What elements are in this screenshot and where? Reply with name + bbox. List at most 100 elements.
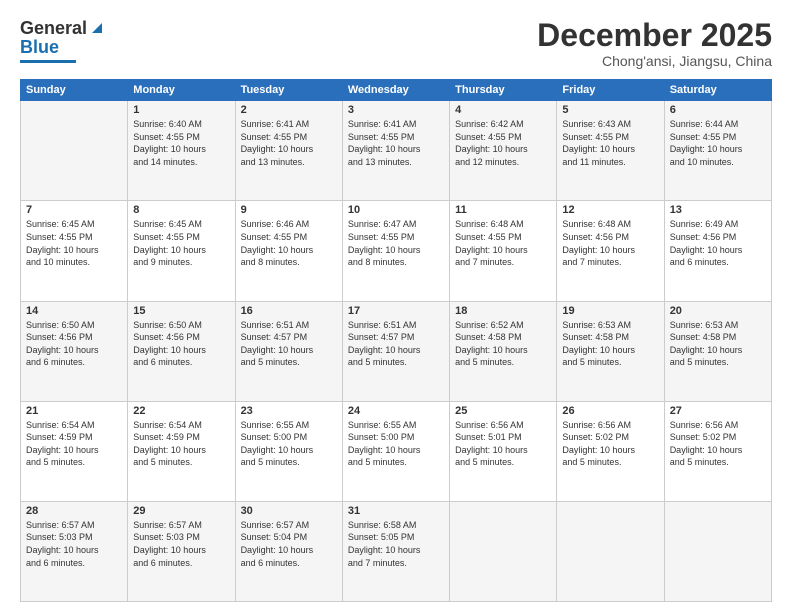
table-row: 13 Sunrise: 6:49 AM Sunset: 4:56 PM Dayli… bbox=[664, 201, 771, 301]
table-row: 4 Sunrise: 6:42 AM Sunset: 4:55 PM Daylig… bbox=[450, 101, 557, 201]
table-row: 15Sunrise: 6:50 AM Sunset: 4:56 PM Dayli… bbox=[128, 301, 235, 401]
table-row: 29Sunrise: 6:57 AM Sunset: 5:03 PM Dayli… bbox=[128, 501, 235, 601]
day-number: 7 bbox=[26, 204, 122, 216]
table-row: 3Sunrise: 6:41 AM Sunset: 4:55 PM Daylig… bbox=[342, 101, 449, 201]
table-row: 11Sunrise: 6:48 AM Sunset: 4:55 PM Dayli… bbox=[450, 201, 557, 301]
day-info: Sunrise: 6:57 AM Sunset: 5:03 PM Dayligh… bbox=[26, 519, 122, 569]
table-row: 22 Sunrise: 6:54 AM Sunset: 4:59 PM Dayli… bbox=[128, 401, 235, 501]
day-number: 13 bbox=[670, 204, 766, 216]
logo-blue: Blue bbox=[20, 37, 59, 58]
day-number: 12 bbox=[562, 204, 658, 216]
calendar-week-3: 21 Sunrise: 6:54 AM Sunset: 4:59 PM Dayli… bbox=[21, 401, 772, 501]
month-title: December 2025 bbox=[537, 18, 772, 53]
page: General Blue December 2025 Chong'ansi, J… bbox=[0, 0, 792, 612]
logo-underline bbox=[20, 60, 76, 63]
header: General Blue December 2025 Chong'ansi, J… bbox=[20, 18, 772, 69]
calendar-week-4: 28 Sunrise: 6:57 AM Sunset: 5:03 PM Dayli… bbox=[21, 501, 772, 601]
day-number: 26 bbox=[562, 405, 658, 417]
table-row: 31 Sunrise: 6:58 AM Sunset: 5:05 PM Dayli… bbox=[342, 501, 449, 601]
title-section: December 2025 Chong'ansi, Jiangsu, China bbox=[537, 18, 772, 69]
calendar-table: Sunday Monday Tuesday Wednesday Thursday… bbox=[20, 79, 772, 602]
day-number: 27 bbox=[670, 405, 766, 417]
day-info: Sunrise: 6:58 AM Sunset: 5:05 PM Dayligh… bbox=[348, 519, 444, 569]
table-row: 10 Sunrise: 6:47 AM Sunset: 4:55 PM Dayli… bbox=[342, 201, 449, 301]
table-row: 5Sunrise: 6:43 AM Sunset: 4:55 PM Daylig… bbox=[557, 101, 664, 201]
day-info: Sunrise: 6:53 AM Sunset: 4:58 PM Dayligh… bbox=[670, 319, 766, 369]
table-row bbox=[450, 501, 557, 601]
day-number: 6 bbox=[670, 104, 766, 116]
table-row: 17 Sunrise: 6:51 AM Sunset: 4:57 PM Dayli… bbox=[342, 301, 449, 401]
logo-icon bbox=[88, 19, 104, 35]
calendar-week-0: 1 Sunrise: 6:40 AM Sunset: 4:55 PM Daylig… bbox=[21, 101, 772, 201]
day-number: 24 bbox=[348, 405, 444, 417]
header-wednesday: Wednesday bbox=[342, 80, 449, 101]
day-number: 29 bbox=[133, 505, 229, 517]
day-info: Sunrise: 6:41 AM Sunset: 4:55 PM Dayligh… bbox=[241, 118, 337, 168]
table-row: 7Sunrise: 6:45 AM Sunset: 4:55 PM Daylig… bbox=[21, 201, 128, 301]
day-number: 30 bbox=[241, 505, 337, 517]
table-row: 9 Sunrise: 6:46 AM Sunset: 4:55 PM Daylig… bbox=[235, 201, 342, 301]
day-info: Sunrise: 6:51 AM Sunset: 4:57 PM Dayligh… bbox=[241, 319, 337, 369]
table-row: 19Sunrise: 6:53 AM Sunset: 4:58 PM Dayli… bbox=[557, 301, 664, 401]
day-info: Sunrise: 6:56 AM Sunset: 5:02 PM Dayligh… bbox=[670, 419, 766, 469]
day-number: 17 bbox=[348, 305, 444, 317]
calendar-week-1: 7 Sunrise: 6:45 AM Sunset: 4:55 PM Daylig… bbox=[21, 201, 772, 301]
day-info: Sunrise: 6:44 AM Sunset: 4:55 PM Dayligh… bbox=[670, 118, 766, 168]
table-row: 21 Sunrise: 6:54 AM Sunset: 4:59 PM Dayli… bbox=[21, 401, 128, 501]
day-info: Sunrise: 6:51 AM Sunset: 4:57 PM Dayligh… bbox=[348, 319, 444, 369]
day-info: Sunrise: 6:47 AM Sunset: 4:55 PM Dayligh… bbox=[348, 218, 444, 268]
day-info: Sunrise: 6:42 AM Sunset: 4:55 PM Dayligh… bbox=[455, 118, 551, 168]
day-info: Sunrise: 6:50 AM Sunset: 4:56 PM Dayligh… bbox=[133, 319, 229, 369]
day-number: 9 bbox=[241, 204, 337, 216]
subtitle: Chong'ansi, Jiangsu, China bbox=[537, 53, 772, 69]
header-monday: Monday bbox=[128, 80, 235, 101]
logo: General Blue bbox=[20, 18, 104, 63]
table-row: 26 Sunrise: 6:56 AM Sunset: 5:02 PM Dayli… bbox=[557, 401, 664, 501]
day-number: 22 bbox=[133, 405, 229, 417]
table-row: 18Sunrise: 6:52 AM Sunset: 4:58 PM Dayli… bbox=[450, 301, 557, 401]
day-number: 1 bbox=[133, 104, 229, 116]
day-info: Sunrise: 6:54 AM Sunset: 4:59 PM Dayligh… bbox=[26, 419, 122, 469]
day-number: 18 bbox=[455, 305, 551, 317]
header-friday: Friday bbox=[557, 80, 664, 101]
table-row: 6 Sunrise: 6:44 AM Sunset: 4:55 PM Daylig… bbox=[664, 101, 771, 201]
table-row: 12 Sunrise: 6:48 AM Sunset: 4:56 PM Dayli… bbox=[557, 201, 664, 301]
day-info: Sunrise: 6:48 AM Sunset: 4:56 PM Dayligh… bbox=[562, 218, 658, 268]
calendar-week-2: 14Sunrise: 6:50 AM Sunset: 4:56 PM Dayli… bbox=[21, 301, 772, 401]
header-tuesday: Tuesday bbox=[235, 80, 342, 101]
table-row: 14Sunrise: 6:50 AM Sunset: 4:56 PM Dayli… bbox=[21, 301, 128, 401]
day-info: Sunrise: 6:57 AM Sunset: 5:04 PM Dayligh… bbox=[241, 519, 337, 569]
day-number: 16 bbox=[241, 305, 337, 317]
day-number: 10 bbox=[348, 204, 444, 216]
day-info: Sunrise: 6:50 AM Sunset: 4:56 PM Dayligh… bbox=[26, 319, 122, 369]
weekday-header-row: Sunday Monday Tuesday Wednesday Thursday… bbox=[21, 80, 772, 101]
day-info: Sunrise: 6:54 AM Sunset: 4:59 PM Dayligh… bbox=[133, 419, 229, 469]
day-info: Sunrise: 6:45 AM Sunset: 4:55 PM Dayligh… bbox=[133, 218, 229, 268]
logo-general: General bbox=[20, 18, 87, 39]
table-row: 1 Sunrise: 6:40 AM Sunset: 4:55 PM Daylig… bbox=[128, 101, 235, 201]
day-number: 5 bbox=[562, 104, 658, 116]
day-number: 3 bbox=[348, 104, 444, 116]
day-info: Sunrise: 6:40 AM Sunset: 4:55 PM Dayligh… bbox=[133, 118, 229, 168]
header-saturday: Saturday bbox=[664, 80, 771, 101]
day-number: 28 bbox=[26, 505, 122, 517]
table-row: 24Sunrise: 6:55 AM Sunset: 5:00 PM Dayli… bbox=[342, 401, 449, 501]
table-row: 25Sunrise: 6:56 AM Sunset: 5:01 PM Dayli… bbox=[450, 401, 557, 501]
day-info: Sunrise: 6:48 AM Sunset: 4:55 PM Dayligh… bbox=[455, 218, 551, 268]
day-info: Sunrise: 6:46 AM Sunset: 4:55 PM Dayligh… bbox=[241, 218, 337, 268]
table-row: 27 Sunrise: 6:56 AM Sunset: 5:02 PM Dayli… bbox=[664, 401, 771, 501]
table-row: 20 Sunrise: 6:53 AM Sunset: 4:58 PM Dayli… bbox=[664, 301, 771, 401]
day-number: 20 bbox=[670, 305, 766, 317]
table-row: 2 Sunrise: 6:41 AM Sunset: 4:55 PM Daylig… bbox=[235, 101, 342, 201]
day-number: 2 bbox=[241, 104, 337, 116]
day-info: Sunrise: 6:55 AM Sunset: 5:00 PM Dayligh… bbox=[241, 419, 337, 469]
day-info: Sunrise: 6:49 AM Sunset: 4:56 PM Dayligh… bbox=[670, 218, 766, 268]
day-number: 31 bbox=[348, 505, 444, 517]
day-number: 4 bbox=[455, 104, 551, 116]
day-info: Sunrise: 6:53 AM Sunset: 4:58 PM Dayligh… bbox=[562, 319, 658, 369]
day-info: Sunrise: 6:56 AM Sunset: 5:01 PM Dayligh… bbox=[455, 419, 551, 469]
day-info: Sunrise: 6:56 AM Sunset: 5:02 PM Dayligh… bbox=[562, 419, 658, 469]
header-thursday: Thursday bbox=[450, 80, 557, 101]
day-number: 21 bbox=[26, 405, 122, 417]
table-row: 8Sunrise: 6:45 AM Sunset: 4:55 PM Daylig… bbox=[128, 201, 235, 301]
